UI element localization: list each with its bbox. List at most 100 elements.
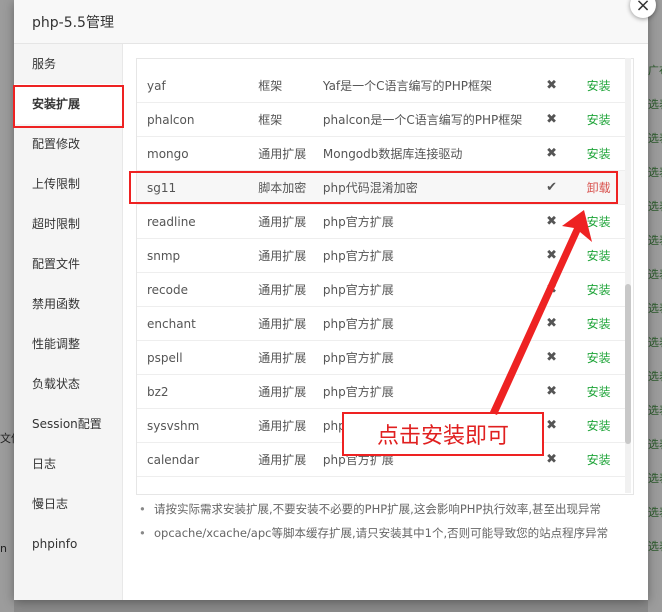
install-button[interactable]: 安装	[587, 147, 611, 161]
background-fragment: 选表	[648, 336, 662, 349]
extension-name: readline	[147, 214, 196, 229]
extension-description: phalcon是一个C语言编写的PHP框架	[322, 113, 523, 127]
sidebar-item-config-file[interactable]: 配置文件	[14, 244, 122, 284]
install-button[interactable]: 安装	[587, 453, 611, 467]
install-button[interactable]: 安装	[587, 113, 611, 127]
sidebar-item-performance[interactable]: 性能调整	[14, 324, 122, 364]
sidebar-item-disabled-functions[interactable]: 禁用函数	[14, 284, 122, 324]
background-fragment: 选表	[648, 540, 662, 553]
extension-name: mongo	[147, 146, 189, 161]
scrollbar-thumb[interactable]	[625, 284, 631, 444]
background-page-left	[0, 0, 14, 612]
extension-type: 通用扩展	[258, 317, 307, 331]
cross-icon: ✖	[546, 78, 557, 93]
cross-icon: ✖	[546, 452, 557, 467]
sidebar-item-log[interactable]: 日志	[14, 444, 122, 484]
install-button[interactable]: 安装	[587, 79, 611, 93]
table-row: mongo 通用扩展 Mongodb数据库连接驱动 ✖ 安装	[137, 136, 627, 171]
table-row: recode 通用扩展 php官方扩展 ✖ 安装	[137, 272, 627, 307]
extension-type: 通用扩展	[258, 147, 307, 161]
background-fragment: 选表	[648, 506, 662, 519]
extension-type: 框架	[258, 79, 283, 93]
background-fragment: 广布	[648, 64, 662, 77]
install-button[interactable]: 安装	[587, 385, 611, 399]
extension-type: 通用扩展	[258, 419, 307, 433]
note-item: opcache/xcache/apc等脚本缓存扩展,请只安装其中1个,否则可能导…	[136, 526, 636, 540]
background-fragment: 选表	[648, 404, 662, 417]
cross-icon: ✖	[546, 350, 557, 365]
extension-type: 通用扩展	[258, 249, 307, 263]
help-notes: 请按实际需求安装扩展,不要安装不必要的PHP扩展,这会影响PHP执行效率,甚至出…	[136, 492, 636, 540]
extension-type: 通用扩展	[258, 453, 307, 467]
extension-type: 通用扩展	[258, 385, 307, 399]
table-row: snmp 通用扩展 php官方扩展 ✖ 安装	[137, 238, 627, 273]
install-button[interactable]: 安装	[587, 283, 611, 297]
table-row: readline 通用扩展 php官方扩展 ✖ 安装	[137, 204, 627, 239]
sidebar-item-config-modify[interactable]: 配置修改	[14, 124, 122, 164]
extension-name: sysvshm	[147, 418, 200, 433]
cross-icon: ✖	[546, 316, 557, 331]
extension-description: php官方扩展	[322, 283, 394, 297]
table-row: yaf 框架 Yaf是一个C语言编写的PHP框架 ✖ 安装	[137, 69, 627, 103]
sidebar-item-upload-limit[interactable]: 上传限制	[14, 164, 122, 204]
cross-icon: ✖	[546, 248, 557, 263]
annotation-highlight-row	[129, 171, 618, 204]
install-button[interactable]: 安装	[587, 317, 611, 331]
cross-icon: ✖	[546, 214, 557, 229]
background-fragment: n	[0, 542, 7, 555]
sidebar-item-timeout-limit[interactable]: 超时限制	[14, 204, 122, 244]
annotation-label: 点击安装即可	[342, 412, 544, 456]
table-row: bz2 通用扩展 php官方扩展 ✖ 安装	[137, 374, 627, 409]
extension-description: php官方扩展	[322, 215, 394, 229]
dialog-header: php-5.5管理	[14, 0, 648, 44]
cross-icon: ✖	[546, 282, 557, 297]
background-fragment: 选表	[648, 302, 662, 315]
extension-description: Yaf是一个C语言编写的PHP框架	[322, 79, 493, 93]
extension-name: enchant	[147, 316, 196, 331]
background-fragment: 选表	[648, 200, 662, 213]
cross-icon: ✖	[546, 418, 557, 433]
table-row: phalcon 框架 phalcon是一个C语言编写的PHP框架 ✖ 安装	[137, 102, 627, 137]
annotation-highlight-sidebar	[13, 85, 124, 128]
extension-description: Mongodb数据库连接驱动	[322, 147, 463, 161]
background-fragment: 选表	[648, 234, 662, 247]
sidebar-item-phpinfo[interactable]: phpinfo	[14, 524, 122, 564]
extension-description: php官方扩展	[322, 317, 394, 331]
extension-description: php官方扩展	[322, 385, 394, 399]
background-fragment: 选表	[648, 132, 662, 145]
extension-description: php官方扩展	[322, 249, 394, 263]
background-fragment: 选表	[648, 268, 662, 281]
note-item: 请按实际需求安装扩展,不要安装不必要的PHP扩展,这会影响PHP执行效率,甚至出…	[136, 502, 636, 516]
sidebar-item-slow-log[interactable]: 慢日志	[14, 484, 122, 524]
extension-name: recode	[147, 282, 188, 297]
extension-name: phalcon	[147, 112, 195, 127]
dialog-title: php-5.5管理	[32, 14, 114, 31]
extension-name: yaf	[147, 78, 166, 93]
background-fragment: 选表	[648, 472, 662, 485]
table-row: pspell 通用扩展 php官方扩展 ✖ 安装	[137, 340, 627, 375]
install-button[interactable]: 安装	[587, 419, 611, 433]
extension-name: pspell	[147, 350, 183, 365]
install-button[interactable]: 安装	[587, 215, 611, 229]
cross-icon: ✖	[546, 112, 557, 127]
background-fragment: 选表	[648, 166, 662, 179]
sidebar-item-load-status[interactable]: 负载状态	[14, 364, 122, 404]
background-fragment: 文件	[0, 432, 14, 445]
extension-description: php官方扩展	[322, 351, 394, 365]
install-button[interactable]: 安装	[587, 351, 611, 365]
extension-name: snmp	[147, 248, 181, 263]
sidebar-item-service[interactable]: 服务	[14, 44, 122, 84]
cross-icon: ✖	[546, 384, 557, 399]
background-fragment: 选表	[648, 98, 662, 111]
cross-icon: ✖	[546, 146, 557, 161]
sidebar-item-session-config[interactable]: Session配置	[14, 404, 122, 444]
extension-type: 通用扩展	[258, 283, 307, 297]
table-row: enchant 通用扩展 php官方扩展 ✖ 安装	[137, 306, 627, 341]
extension-type: 框架	[258, 113, 283, 127]
install-button[interactable]: 安装	[587, 249, 611, 263]
extension-panel: yaf 框架 Yaf是一个C语言编写的PHP框架 ✖ 安装 phalcon 框架 phalco…	[122, 44, 648, 600]
extension-type: 通用扩展	[258, 215, 307, 229]
extension-name: bz2	[147, 384, 169, 399]
background-fragment: 选表	[648, 370, 662, 383]
extension-name: calendar	[147, 452, 200, 467]
